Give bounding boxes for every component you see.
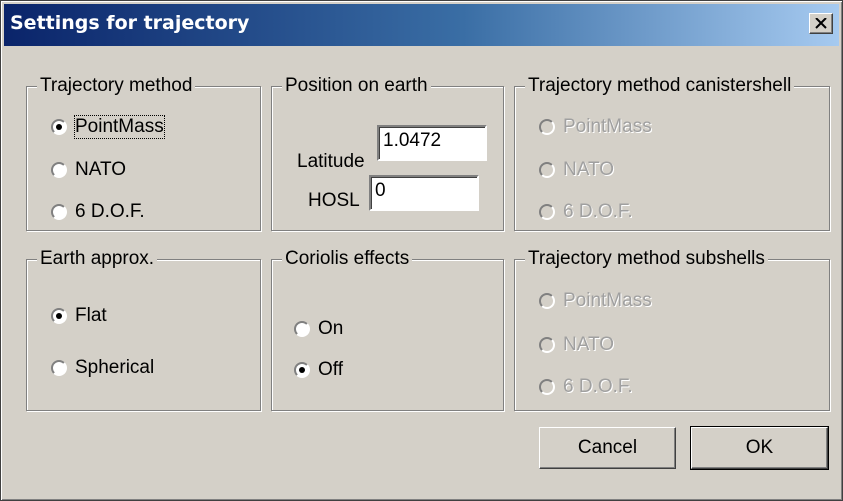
radio-label: 6 D.O.F. (75, 201, 145, 222)
earth-approx-title: Earth approx. (37, 247, 158, 271)
radio-label: NATO (563, 159, 615, 180)
radio-label: Flat (75, 305, 107, 326)
radio-button (539, 337, 555, 353)
settings-dialog: Settings for trajectory Trajectory metho… (0, 0, 843, 501)
coriolis-title: Coriolis effects (282, 247, 413, 271)
hosl-input[interactable]: 0 (369, 175, 479, 211)
position-on-earth-title: Position on earth (282, 74, 431, 98)
hosl-label: HOSL (308, 190, 360, 211)
radio-button[interactable] (51, 308, 67, 324)
radio-flat[interactable]: Flat (51, 303, 107, 329)
radio-label: PointMass (563, 290, 652, 311)
radio-6dof[interactable]: 6 D.O.F. (51, 199, 145, 225)
radio-label: Off (318, 359, 343, 380)
canistershell-group: Trajectory method canistershell PointMas… (514, 74, 830, 231)
radio-on[interactable]: On (294, 316, 343, 342)
radio-button (539, 119, 555, 135)
radio-button (539, 204, 555, 220)
radio-pointmass[interactable]: PointMass (51, 114, 165, 140)
radio-label: 6 D.O.F. (563, 201, 633, 222)
window-title: Settings for trajectory (10, 12, 250, 34)
coriolis-group: Coriolis effects On Off (271, 247, 504, 411)
subshells-radio-pointmass: PointMass (539, 288, 652, 314)
earth-approx-group: Earth approx. Flat Spherical (26, 247, 261, 411)
radio-label: On (318, 318, 344, 339)
cancel-button[interactable]: Cancel (539, 427, 676, 469)
trajectory-method-title: Trajectory method (37, 74, 196, 98)
trajectory-method-group: Trajectory method PointMass NATO 6 D.O.F… (26, 74, 261, 231)
canistershell-radio-pointmass: PointMass (539, 114, 652, 140)
close-icon (815, 18, 827, 29)
canistershell-radio-nato: NATO (539, 157, 614, 183)
radio-button[interactable] (51, 162, 67, 178)
subshells-radio-nato: NATO (539, 332, 614, 358)
radio-button (539, 162, 555, 178)
radio-button[interactable] (51, 204, 67, 220)
title-bar[interactable]: Settings for trajectory (4, 4, 839, 46)
radio-label: NATO (563, 334, 615, 355)
subshells-radio-6dof: 6 D.O.F. (539, 374, 633, 400)
radio-label: 6 D.O.F. (563, 376, 633, 397)
ok-button[interactable]: OK (690, 426, 829, 470)
radio-spherical[interactable]: Spherical (51, 355, 154, 381)
radio-label: Spherical (75, 357, 155, 378)
radio-button[interactable] (51, 360, 67, 376)
radio-button (539, 379, 555, 395)
radio-label: PointMass (563, 116, 652, 137)
canistershell-title: Trajectory method canistershell (525, 74, 795, 98)
radio-button[interactable] (294, 362, 310, 378)
radio-label: NATO (75, 159, 127, 180)
radio-button[interactable] (294, 321, 310, 337)
close-button[interactable] (809, 13, 833, 34)
canistershell-radio-6dof: 6 D.O.F. (539, 199, 633, 225)
radio-off[interactable]: Off (294, 357, 343, 383)
radio-button[interactable] (51, 119, 67, 135)
radio-label: PointMass (74, 115, 165, 139)
subshells-title: Trajectory method subshells (525, 247, 768, 271)
radio-button (539, 293, 555, 309)
latitude-label: Latitude (297, 151, 365, 172)
position-on-earth-group: Position on earth Latitude 1.0472 HOSL 0 (271, 74, 504, 231)
subshells-group: Trajectory method subshells PointMass NA… (514, 247, 830, 411)
latitude-input[interactable]: 1.0472 (377, 125, 487, 161)
radio-nato[interactable]: NATO (51, 157, 126, 183)
